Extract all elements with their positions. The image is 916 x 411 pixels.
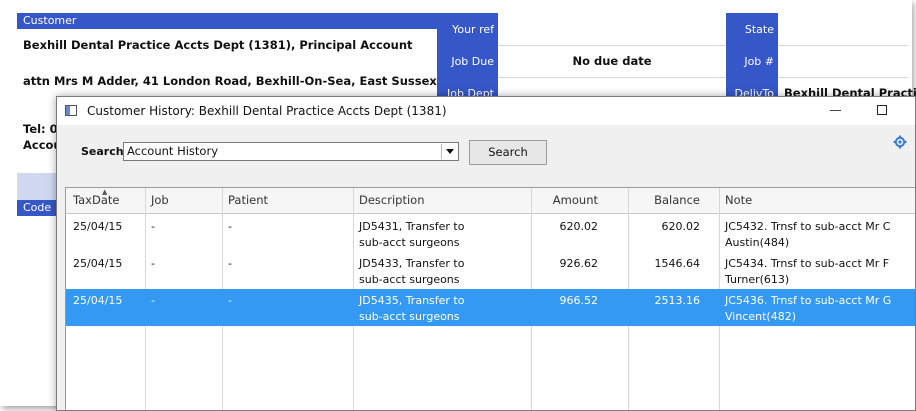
cell-job: - <box>151 220 155 233</box>
column-header-amount[interactable]: Amount <box>532 188 598 213</box>
table-row-selected[interactable]: 25/04/15 - - JD5435, Transfer to sub-acc… <box>66 289 915 326</box>
state-label: State <box>744 23 774 36</box>
state-values-column <box>778 13 908 97</box>
window-icon <box>65 105 77 116</box>
history-table: TaxDate ▲ Job Patient Description Amount… <box>65 187 915 410</box>
cell-amount: 620.02 <box>559 220 599 233</box>
divider <box>498 77 726 78</box>
cell-balance: 620.02 <box>661 220 701 233</box>
dropdown-arrow-icon[interactable] <box>441 144 457 159</box>
cell-amount: 926.62 <box>559 257 599 270</box>
cell-patient: - <box>228 257 232 270</box>
divider <box>778 45 908 46</box>
column-header-balance[interactable]: Balance <box>629 188 700 213</box>
gear-icon[interactable] <box>893 135 907 149</box>
job-number-label: Job # <box>744 55 774 68</box>
cell-taxdate: 25/04/15 <box>73 220 123 233</box>
customer-address: attn Mrs M Adder, 41 London Road, Bexhil… <box>23 74 437 88</box>
cell-patient: - <box>228 220 232 233</box>
cell-taxdate: 25/04/15 <box>73 294 123 307</box>
table-header: TaxDate ▲ Job Patient Description Amount… <box>66 188 915 214</box>
dialog-titlebar[interactable]: Customer History: Bexhill Dental Practic… <box>57 97 915 125</box>
column-header-taxdate[interactable]: TaxDate <box>73 188 119 213</box>
cell-description: JD5435, Transfer to sub-acct surgeons <box>359 294 465 323</box>
cell-job: - <box>151 294 155 307</box>
your-ref-label: Your ref <box>452 23 494 36</box>
column-header-patient[interactable]: Patient <box>228 188 268 213</box>
search-label: Search <box>81 145 124 158</box>
customer-tel: Tel: 0 <box>23 122 58 136</box>
dialog-title: Customer History: Bexhill Dental Practic… <box>87 104 447 118</box>
search-type-value: Account History <box>127 144 219 158</box>
code-list <box>17 216 57 406</box>
customer-header: Customer <box>17 13 437 29</box>
column-header-job[interactable]: Job <box>151 188 169 213</box>
cell-balance: 2513.16 <box>654 294 701 307</box>
cell-taxdate: 25/04/15 <box>73 257 123 270</box>
job-due-value[interactable]: No due date <box>498 54 726 68</box>
table-row[interactable]: 25/04/15 - - JD5431, Transfer to sub-acc… <box>66 215 915 252</box>
table-row[interactable]: 25/04/15 - - JD5433, Transfer to sub-acc… <box>66 252 915 289</box>
cell-balance: 1546.64 <box>654 257 701 270</box>
maximize-button[interactable] <box>877 105 887 115</box>
code-header: Code <box>17 200 57 216</box>
search-button[interactable]: Search <box>469 140 547 165</box>
column-header-description[interactable]: Description <box>359 188 425 213</box>
search-type-select[interactable]: Account History <box>123 142 459 161</box>
column-header-note[interactable]: Note <box>725 188 752 213</box>
cell-description: JD5431, Transfer to sub-acct surgeons <box>359 220 465 249</box>
minimize-button[interactable] <box>830 110 841 111</box>
sort-ascending-icon: ▲ <box>102 188 108 196</box>
cell-patient: - <box>228 294 232 307</box>
cell-note: JC5434. Trnsf to sub-acct Mr F Turner(61… <box>725 257 890 286</box>
divider <box>778 77 908 78</box>
cell-note: JC5436. Trnsf to sub-acct Mr G Vincent(4… <box>725 294 892 323</box>
customer-name: Bexhill Dental Practice Accts Dept (1381… <box>23 38 413 52</box>
cell-job: - <box>151 257 155 270</box>
cell-amount: 966.52 <box>559 294 599 307</box>
job-due-label: Job Due <box>451 55 494 68</box>
cell-description: JD5433, Transfer to sub-acct surgeons <box>359 257 465 286</box>
divider <box>498 45 726 46</box>
cell-note: JC5432. Trnsf to sub-acct Mr C Austin(48… <box>725 220 891 249</box>
customer-history-dialog: Customer History: Bexhill Dental Practic… <box>56 96 916 411</box>
